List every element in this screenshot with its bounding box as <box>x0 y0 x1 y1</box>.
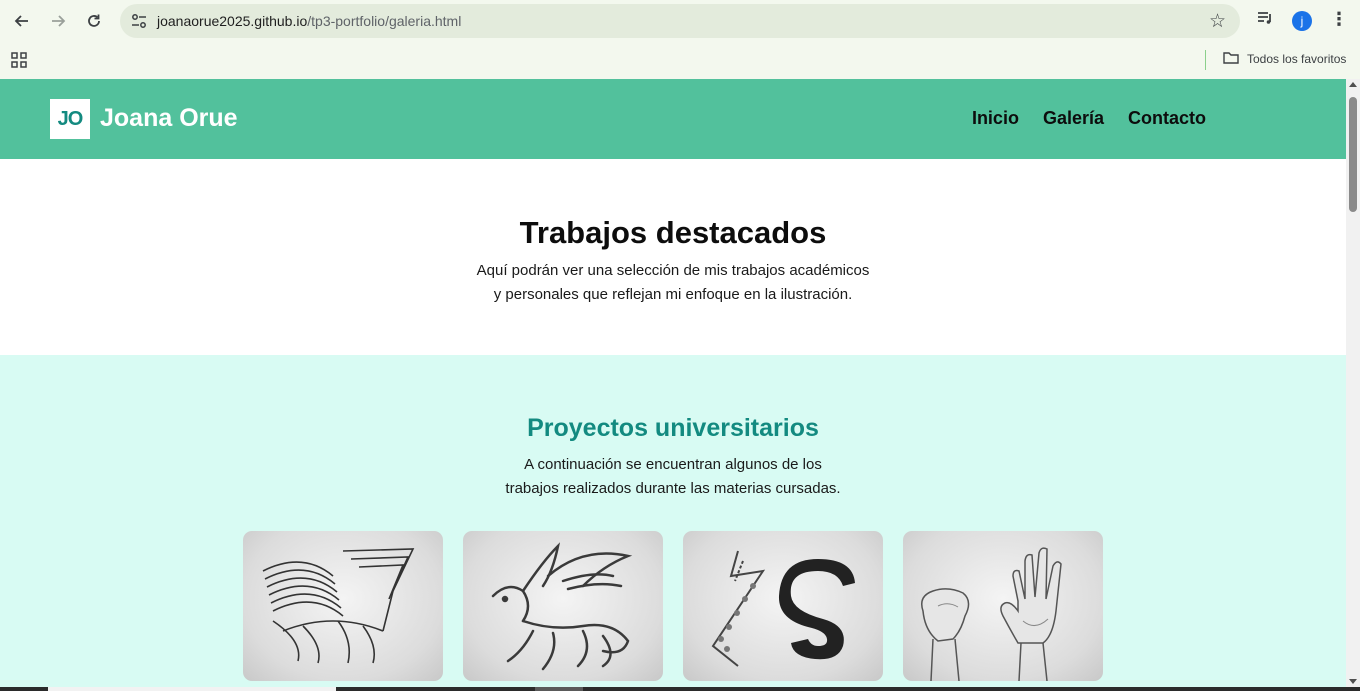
section-line-1: A continuación se encuentran algunos de … <box>524 456 822 473</box>
nav-link-inicio[interactable]: Inicio <box>972 108 1019 129</box>
address-bar[interactable]: joanaorue2025.github.io/tp3-portfolio/ga… <box>120 4 1240 38</box>
bookmarks-bar: Todos los favoritos <box>0 42 1360 79</box>
scroll-up-arrow-icon[interactable] <box>1349 82 1357 87</box>
browser-toolbar: joanaorue2025.github.io/tp3-portfolio/ga… <box>0 0 1360 42</box>
scroll-thumb[interactable] <box>1349 97 1357 212</box>
scroll-down-arrow-icon[interactable] <box>1349 679 1357 684</box>
url-path: /tp3-portfolio/galeria.html <box>307 13 462 29</box>
hero-section: Trabajos destacados Aquí podrán ver una … <box>0 159 1346 355</box>
os-taskbar-edge <box>0 687 1360 691</box>
page-viewport: JO Joana Orue Inicio Galería Contacto Tr… <box>0 79 1346 687</box>
folder-icon <box>1223 51 1239 67</box>
nav-link-contacto[interactable]: Contacto <box>1128 108 1206 129</box>
bookmarks-separator <box>1205 50 1206 70</box>
profile-avatar[interactable]: j <box>1292 11 1312 31</box>
hero-line-2: y personales que reflejan mi enfoque en … <box>493 286 853 303</box>
hero-description: Aquí podrán ver una selección de mis tra… <box>423 259 923 307</box>
gallery-image-griffin[interactable] <box>243 531 443 681</box>
page-title: Trabajos destacados <box>519 215 827 250</box>
back-arrow-icon[interactable] <box>10 9 34 33</box>
section-line-2: trabajos realizados durante las materias… <box>505 480 841 497</box>
reload-icon[interactable] <box>82 9 106 33</box>
gallery-image-eagle[interactable] <box>463 531 663 681</box>
projects-section: Proyectos universitarios A continuación … <box>0 355 1346 687</box>
section-title: Proyectos universitarios <box>527 414 819 442</box>
site-nav: Inicio Galería Contacto <box>972 108 1206 129</box>
forward-arrow-icon[interactable] <box>46 9 70 33</box>
bookmark-star-icon[interactable]: ☆ <box>1209 10 1226 32</box>
logo-name[interactable]: Joana Orue <box>100 104 238 133</box>
section-description: A continuación se encuentran algunos de … <box>448 453 898 501</box>
site-header: JO Joana Orue Inicio Galería Contacto <box>0 79 1346 159</box>
url-host: joanaorue2025.github.io <box>157 13 308 29</box>
bookmarks-folder-label: Todos los favoritos <box>1247 52 1347 66</box>
more-menu-icon[interactable]: ⋮ <box>1330 9 1348 30</box>
all-bookmarks-folder[interactable]: Todos los favoritos <box>1223 51 1346 67</box>
apps-grid-icon[interactable] <box>11 52 28 69</box>
page-scrollbar[interactable] <box>1346 79 1360 687</box>
gallery-image-hands[interactable] <box>903 531 1103 681</box>
hero-line-1: Aquí podrán ver una selección de mis tra… <box>476 262 870 279</box>
nav-link-galeria[interactable]: Galería <box>1043 108 1104 129</box>
url-text: joanaorue2025.github.io/tp3-portfolio/ga… <box>157 13 461 29</box>
media-queue-icon[interactable] <box>1256 9 1274 32</box>
logo-badge[interactable]: JO <box>50 99 90 139</box>
gallery-image-letters[interactable] <box>683 531 883 681</box>
site-settings-icon[interactable] <box>130 12 148 30</box>
